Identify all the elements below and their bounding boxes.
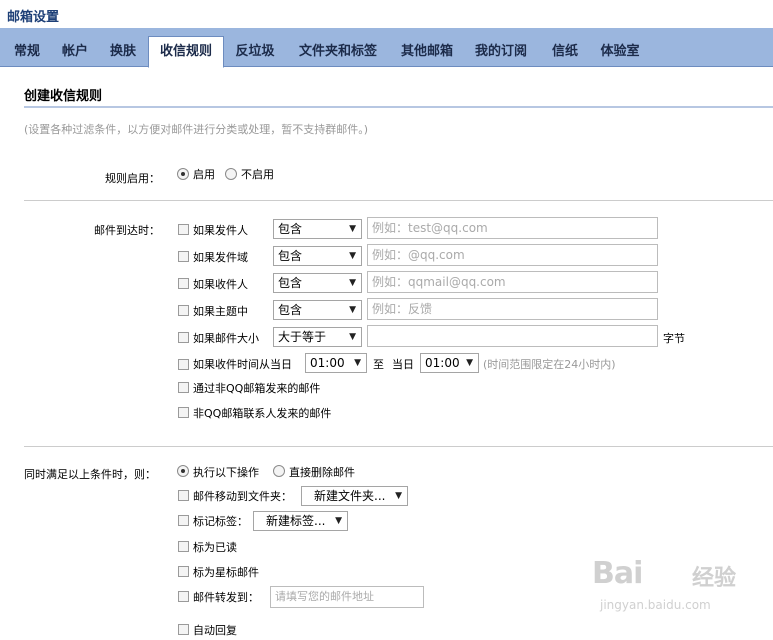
auto-reply-checkbox[interactable] [178,624,189,635]
sender-input[interactable]: 例如：test@qq.com [367,217,658,239]
chevron-down-icon: ▼ [395,491,402,501]
tab-subscriptions[interactable]: 我的订阅 [468,37,534,67]
conditions-label: 邮件到达时： [94,224,160,237]
tag-value: 新建标签... [266,514,326,528]
forward-checkbox[interactable] [178,591,189,602]
tab-folders-tags[interactable]: 文件夹和标签 [290,37,386,67]
domain-checkbox[interactable] [178,251,189,262]
divider-1 [24,200,773,201]
section-divider [24,106,773,108]
chevron-down-icon: ▼ [335,516,342,526]
non-qq-checkbox[interactable] [178,382,189,393]
move-checkbox[interactable] [178,490,189,501]
size-label: 如果邮件大小 [193,332,259,345]
subject-checkbox[interactable] [178,305,189,316]
size-input[interactable] [367,325,658,347]
star-label: 标为星标邮件 [193,566,259,579]
recipient-operator-select[interactable]: 包含 ▼ [273,273,362,293]
tab-stationery[interactable]: 信纸 [544,37,586,67]
delete-radio-label: 直接删除邮件 [289,466,355,479]
disable-radio-label: 不启用 [241,168,274,181]
domain-operator-value: 包含 [278,249,303,263]
sender-operator-select[interactable]: 包含 ▼ [273,219,362,239]
tag-label: 标记标签： [193,515,248,528]
time-day-label: 当日 [392,358,414,371]
domain-input[interactable]: 例如：@qq.com [367,244,658,266]
tab-receive-rules[interactable]: 收信规则 [148,36,224,68]
tab-other-mailbox[interactable]: 其他邮箱 [394,37,460,67]
tag-checkbox[interactable] [178,515,189,526]
tab-lab[interactable]: 体验室 [592,37,648,67]
subject-input[interactable]: 例如：反馈 [367,298,658,320]
subject-label: 如果主题中 [193,305,248,318]
tab-account[interactable]: 帐户 [54,37,96,67]
non-contact-label: 非QQ邮箱联系人发来的邮件 [193,407,332,420]
domain-label: 如果发件域 [193,251,248,264]
tab-general[interactable]: 常规 [6,37,48,67]
recipient-input[interactable]: 例如：qqmail@qq.com [367,271,658,293]
chevron-down-icon: ▼ [349,305,356,315]
section-title: 创建收信规则 [24,89,103,104]
chevron-down-icon: ▼ [466,358,473,368]
time-from-value: 01:00 [310,356,345,370]
non-contact-checkbox[interactable] [178,407,189,418]
star-checkbox[interactable] [178,566,189,577]
size-unit: 字节 [663,332,685,345]
chevron-down-icon: ▼ [349,224,356,234]
recipient-operator-value: 包含 [278,276,303,290]
chevron-down-icon: ▼ [349,251,356,261]
forward-input[interactable]: 请填写您的邮件地址 [270,586,424,608]
execute-radio[interactable] [177,465,189,477]
forward-label: 邮件转发到： [193,591,259,604]
recipient-label: 如果收件人 [193,278,248,291]
topbar: 邮箱设置 [0,0,773,28]
sender-label: 如果发件人 [193,224,248,237]
tag-select[interactable]: 新建标签... ▼ [253,511,348,531]
settings-tabs: 常规 帐户 换肤 收信规则 反垃圾 文件夹和标签 其他邮箱 我的订阅 信纸 体验… [0,28,773,68]
baidu-watermark: Bai 经验 jingyan.baidu.com [592,556,762,626]
time-label: 如果收件时间从当日 [193,358,292,371]
rule-enable-label: 规则启用： [105,172,160,185]
time-from-select[interactable]: 01:00 ▼ [305,353,367,373]
move-folder-select[interactable]: 新建文件夹... ▼ [301,486,408,506]
tab-antispam[interactable]: 反垃圾 [228,37,282,67]
sender-operator-value: 包含 [278,222,303,236]
size-checkbox[interactable] [178,332,189,343]
divider-2 [24,446,773,447]
watermark-jingyan: 经验 [692,566,737,591]
disable-radio[interactable] [225,168,237,180]
watermark-url: jingyan.baidu.com [600,598,711,612]
time-range-note: (时间范围限定在24小时内) [483,358,616,371]
enable-radio[interactable] [177,168,189,180]
enable-radio-label: 启用 [193,168,215,181]
section-hint: (设置各种过滤条件，以方便对邮件进行分类或处理，暂不支持群邮件。) [24,123,369,136]
mark-read-checkbox[interactable] [178,541,189,552]
time-to-label: 至 [373,358,384,371]
time-checkbox[interactable] [178,359,189,370]
window-title: 邮箱设置 [7,10,60,25]
time-to-select[interactable]: 01:00 ▼ [420,353,479,373]
auto-reply-label: 自动回复 [193,624,237,637]
subject-operator-value: 包含 [278,303,303,317]
watermark-brand: Bai [592,556,643,591]
chevron-down-icon: ▼ [349,332,356,342]
domain-operator-select[interactable]: 包含 ▼ [273,246,362,266]
mark-read-label: 标为已读 [193,541,237,554]
sender-checkbox[interactable] [178,224,189,235]
size-operator-select[interactable]: 大于等于 ▼ [273,327,362,347]
recipient-checkbox[interactable] [178,278,189,289]
chevron-down-icon: ▼ [354,358,361,368]
chevron-down-icon: ▼ [349,278,356,288]
size-operator-value: 大于等于 [278,330,327,344]
move-folder-value: 新建文件夹... [314,489,386,503]
time-to-value: 01:00 [425,356,460,370]
move-label: 邮件移动到文件夹： [193,490,292,503]
tab-skin[interactable]: 换肤 [102,37,144,67]
non-qq-label: 通过非QQ邮箱发来的邮件 [193,382,321,395]
delete-radio[interactable] [273,465,285,477]
execute-radio-label: 执行以下操作 [193,466,259,479]
actions-label: 同时满足以上条件时，则： [24,468,156,481]
subject-operator-select[interactable]: 包含 ▼ [273,300,362,320]
rule-form: 创建收信规则 (设置各种过滤条件，以方便对邮件进行分类或处理，暂不支持群邮件。)… [0,68,773,640]
